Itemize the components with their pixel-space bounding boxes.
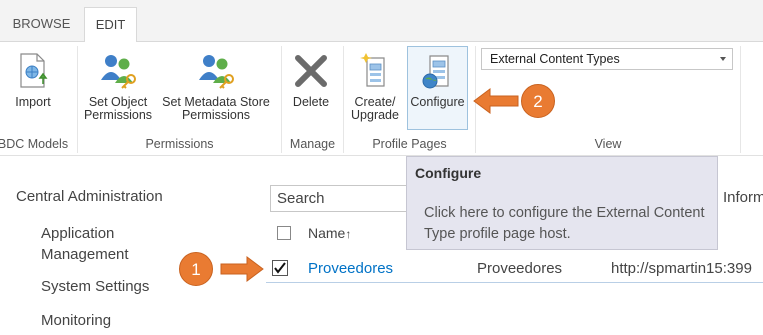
set-object-permissions-label-line2: Permissions (83, 108, 153, 122)
import-label: Import (15, 95, 51, 109)
select-all-checkbox[interactable] (277, 226, 291, 240)
configure-page-icon (422, 55, 449, 89)
tooltip-title: Configure (415, 165, 482, 181)
tooltip-body: Click here to configure the External Con… (424, 205, 705, 242)
group-label-manage: Manage (289, 137, 336, 151)
callout-arrow-right-icon (220, 256, 264, 282)
column-header-information: Inform (723, 189, 763, 206)
group-label-profile-pages: Profile Pages (372, 137, 447, 151)
configure-button-content[interactable]: Configure (407, 52, 468, 109)
view-select[interactable]: External Content Types (481, 48, 733, 70)
tab-browse[interactable]: BROWSE (0, 7, 83, 41)
callout-badge-2: 2 (521, 84, 555, 118)
users-key-icon (199, 55, 234, 89)
callout-badge-1: 1 (179, 252, 213, 286)
column-header-name-label: Name (308, 225, 346, 241)
group-label-view: View (594, 137, 622, 151)
delete-x-icon (295, 55, 327, 87)
row-checkbox[interactable] (272, 260, 288, 276)
group-label-bdc-models: BDC Models (0, 137, 69, 151)
view-select-value: External Content Types (490, 52, 620, 66)
import-button[interactable]: Import (6, 52, 60, 109)
create-upgrade-button[interactable]: Create/ Upgrade (346, 52, 404, 122)
create-upgrade-label-line2: Upgrade (351, 108, 399, 122)
nav-item-label: Application (41, 225, 115, 242)
delete-button[interactable]: Delete (285, 52, 337, 109)
row-display-name: Proveedores (477, 260, 563, 277)
sort-arrow-icon: ↑ (345, 227, 352, 241)
search-placeholder: Search (277, 190, 325, 207)
set-metadata-store-permissions-label-line2: Permissions (181, 108, 251, 122)
row-name-link[interactable]: Proveedores (308, 260, 393, 277)
chevron-down-icon (720, 57, 726, 61)
nav-central-administration[interactable]: Central Administration (16, 188, 163, 205)
group-label-permissions: Permissions (145, 137, 214, 151)
row-url: http://spmartin15:399 (611, 260, 752, 277)
configure-label: Configure (410, 95, 465, 109)
delete-label: Delete (292, 95, 330, 109)
new-page-icon (360, 53, 385, 87)
nav-item-label: Management (41, 246, 129, 263)
set-object-permissions-button[interactable]: Set Object Permissions (80, 52, 156, 122)
nav-item-application-management[interactable]: Application Management (41, 223, 129, 265)
tab-edit[interactable]: EDIT (84, 7, 137, 42)
column-header-name[interactable]: Name↑ (308, 225, 351, 241)
ribbon-separator (740, 46, 741, 153)
callout-arrow-left-icon (473, 88, 519, 114)
users-key-icon (101, 55, 136, 89)
nav-item-monitoring[interactable]: Monitoring (41, 312, 111, 329)
row-divider (266, 282, 763, 283)
import-icon (20, 53, 48, 88)
nav-item-system-settings[interactable]: System Settings (41, 278, 149, 295)
set-metadata-store-permissions-button[interactable]: Set Metadata Store Permissions (156, 52, 276, 122)
configure-tooltip: Configure Click here to configure the Ex… (406, 156, 718, 250)
